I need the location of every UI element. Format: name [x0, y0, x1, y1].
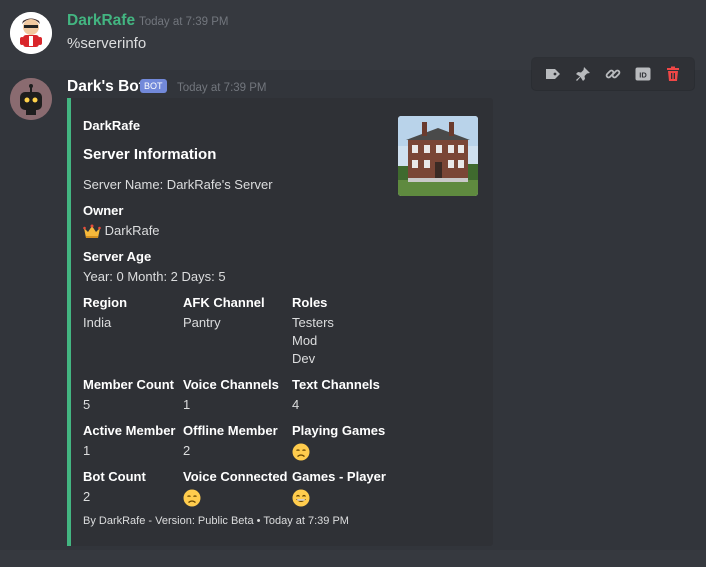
- link-icon[interactable]: [602, 63, 624, 85]
- field-value: Year: 0 Month: 2 Days: 5: [83, 269, 226, 284]
- field-text-channels: Text Channels 4: [292, 376, 380, 414]
- role-item: Testers: [292, 315, 334, 330]
- field-name: Owner: [83, 203, 124, 218]
- field-region: Region India: [83, 294, 127, 332]
- embed-author: DarkRafe: [83, 118, 141, 133]
- field-member-count: Member Count 5: [83, 376, 174, 414]
- field-name: Server Age: [83, 249, 152, 264]
- message-action-toolbar: ID: [532, 58, 694, 90]
- role-item: Dev: [292, 351, 316, 366]
- field-value: 2: [83, 489, 91, 504]
- embed-title: Server Information: [83, 146, 217, 163]
- field-bot-count: Bot Count 2: [83, 468, 146, 506]
- field-value: DarkRafe: [104, 223, 160, 238]
- id-label: ID: [639, 71, 647, 80]
- pin-icon[interactable]: [572, 63, 594, 85]
- crown-icon: [83, 224, 101, 238]
- disappointed-face-icon: [292, 443, 310, 461]
- grinning-face-icon: [292, 489, 310, 507]
- field-name: Region: [83, 295, 128, 310]
- field-active-member: Active Member 1: [83, 422, 175, 460]
- server-thumbnail[interactable]: [398, 116, 478, 196]
- field-voice-channels: Voice Channels 1: [183, 376, 279, 414]
- bot-badge: BOT: [140, 79, 167, 93]
- field-value: 1: [83, 443, 91, 458]
- field-name: Playing Games: [292, 423, 386, 438]
- field-offline-member: Offline Member 2: [183, 422, 278, 460]
- disappointed-face-icon: [183, 489, 201, 507]
- field-games-player: Games - Player: [292, 468, 386, 507]
- field-value: Pantry: [183, 315, 221, 330]
- id-icon[interactable]: ID: [632, 63, 654, 85]
- field-value: 5: [83, 397, 91, 412]
- message-bot: Dark's Bot BOT Today at 7:39 PM DarkRafe…: [0, 70, 706, 550]
- avatar[interactable]: [10, 12, 52, 54]
- timestamp: Today at 7:39 PM: [139, 16, 229, 28]
- field-playing-games: Playing Games: [292, 422, 385, 461]
- field-owner: Owner DarkRafe: [83, 202, 160, 241]
- author-name[interactable]: DarkRafe: [67, 12, 135, 30]
- field-value: 1: [183, 397, 191, 412]
- field-name: Text Channels: [292, 377, 380, 392]
- field-name: Active Member: [83, 423, 176, 438]
- author-name[interactable]: Dark's Bot: [67, 78, 144, 96]
- role-item: Mod: [292, 333, 318, 348]
- trash-icon[interactable]: [662, 63, 684, 85]
- field-afk-channel: AFK Channel Pantry: [183, 294, 265, 332]
- field-name: Voice Channels: [183, 377, 279, 392]
- embed-footer: By DarkRafe - Version: Public Beta • Tod…: [83, 515, 349, 527]
- field-server-age: Server Age Year: 0 Month: 2 Days: 5: [83, 248, 226, 286]
- field-value: 4: [292, 397, 300, 412]
- field-value: 2: [183, 443, 191, 458]
- timestamp: Today at 7:39 PM: [177, 82, 267, 94]
- field-roles: Roles Testers Mod Dev: [292, 294, 334, 368]
- field-name: Roles: [292, 295, 328, 310]
- message-content: %serverinfo: [67, 35, 147, 52]
- embed: DarkRafe Server Information Server Name:…: [67, 98, 493, 546]
- field-name: Voice Connected: [183, 469, 288, 484]
- tag-icon[interactable]: [542, 63, 564, 85]
- field-name: Member Count: [83, 377, 174, 392]
- field-name: Offline Member: [183, 423, 278, 438]
- field-name: Bot Count: [83, 469, 146, 484]
- field-voice-connected: Voice Connected: [183, 468, 288, 507]
- field-value: India: [83, 315, 112, 330]
- embed-description: Server Name: DarkRafe's Server: [83, 177, 273, 192]
- bot-avatar[interactable]: [10, 78, 52, 120]
- field-name: AFK Channel: [183, 295, 265, 310]
- field-name: Games - Player: [292, 469, 386, 484]
